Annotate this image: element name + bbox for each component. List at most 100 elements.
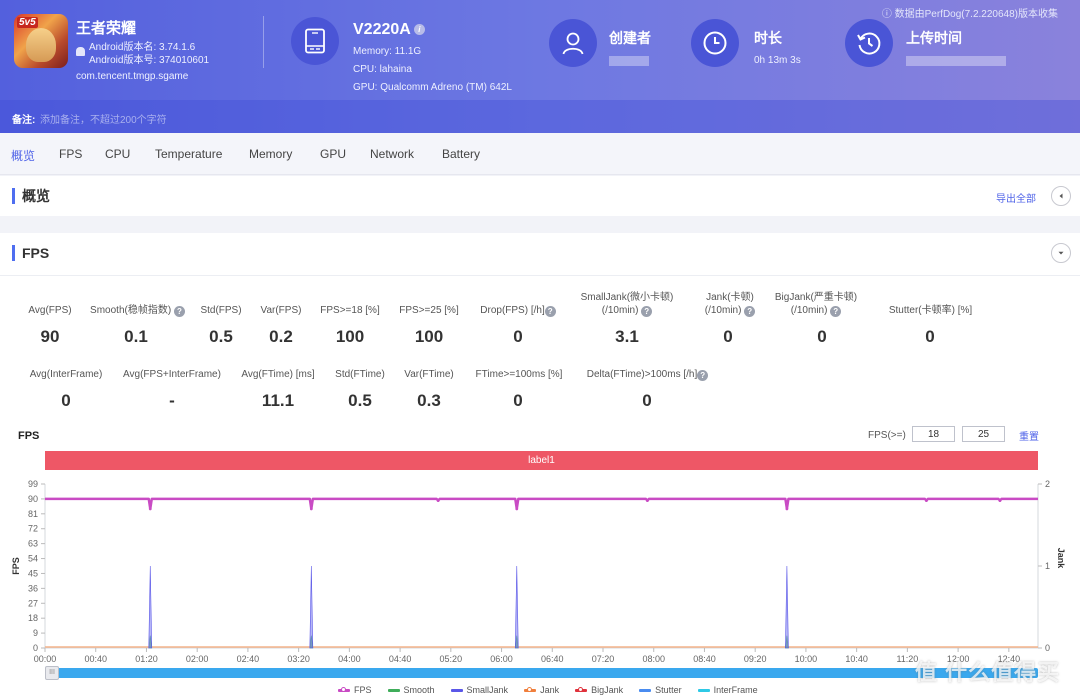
x-tick-label: 00:00 [34,654,57,664]
metric-label-stutter: Stutter(卡顿率) [%] [888,305,973,316]
metric-label-ftime-100: FTime>=100ms [%] [475,369,563,380]
x-tick-label: 02:40 [237,654,260,664]
x-tick-label: 10:00 [795,654,818,664]
fps-threshold-1-input[interactable] [912,426,955,442]
time-range-slider[interactable] [45,668,1038,678]
fps-dip-point [645,499,649,502]
fps-dip-point [515,507,519,511]
fps-panel-title: FPS [12,245,49,261]
metric-value-std-ftime: 0.5 [348,391,372,410]
tab-battery[interactable]: Battery [442,147,480,161]
user-icon [549,19,597,67]
y-tick-label: 9 [33,628,38,638]
x-tick-label: 09:20 [744,654,767,664]
metric-label-delta-ftime: Delta(FTime)>100ms [/h]? [580,368,715,381]
legend-label: InterFrame [713,685,758,695]
duration-title: 时长 [754,30,782,46]
legend-item-bigjank[interactable]: BigJank [575,685,623,695]
fps-dip-point [785,507,789,511]
device-info-icon[interactable]: i [413,24,425,36]
device-name: V2220A i [353,21,425,39]
metric-value-var-ftime: 0.3 [417,391,441,410]
metric-value-smooth: 0.1 [124,327,148,346]
slider-handle[interactable]: III [45,666,59,680]
x-tick-label: 00:40 [84,654,107,664]
help-icon[interactable]: ? [544,306,556,317]
tab-temperature[interactable]: Temperature [155,147,222,161]
x-tick-label: 05:20 [440,654,463,664]
metric-value-fps-25: 100 [414,327,444,346]
y-tick-label: 72 [28,524,38,534]
duration-value: 0h 13m 3s [754,55,801,66]
legend-item-jank[interactable]: Jank [524,685,559,695]
help-icon[interactable]: ? [697,370,709,381]
tab-overview[interactable]: 概览 [11,147,35,164]
collect-version-note: ⓘ 数据由PerfDog(7.2.220648)版本收集 [881,9,1058,20]
metric-label-var-fps: Var(FPS) [260,305,302,316]
chart-legend: FPS Smooth SmallJank Jank BigJank Stutter Inte… [338,685,758,695]
metric-label-jank: Jank(卡顿) (/10min) ? [685,291,775,317]
legend-label: SmallJank [466,685,509,695]
fps-threshold-2-input[interactable] [962,426,1005,442]
x-tick-label: 03:20 [287,654,310,664]
metric-label-avg-ftime: Avg(FTime) [ms] [241,369,315,380]
legend-swatch [338,686,350,692]
header-divider [263,16,264,68]
collapse-overview-button[interactable] [1051,186,1071,206]
history-icon [845,19,893,67]
x-tick-label: 04:00 [338,654,361,664]
export-all-link[interactable]: 导出全部 [996,190,1036,205]
metric-value-smalljank: 3.1 [615,327,639,346]
help-icon[interactable]: ? [744,306,756,317]
collapse-fps-button[interactable] [1051,243,1071,263]
x-tick-label: 10:40 [845,654,868,664]
tab-gpu[interactable]: GPU [320,147,346,161]
reset-link[interactable]: 重置 [1019,428,1039,443]
metric-label-drop-fps: Drop(FPS) [/h]? [470,304,566,317]
app-badge: 5v5 [17,17,38,28]
creator-value-redacted [609,56,649,66]
device-cpu: CPU: lahaina [353,64,412,75]
fps-dip-point [309,507,313,511]
legend-item-smalljank[interactable]: SmallJank [450,685,509,695]
y-axis-label: FPS [11,557,21,575]
device-name-text: V2220A [353,21,411,38]
tab-cpu[interactable]: CPU [105,147,130,161]
legend-item-smooth[interactable]: Smooth [387,685,435,695]
x-tick-label: 08:40 [693,654,716,664]
overview-panel: 概览 导出全部 [0,176,1080,216]
fps-dip-point [436,499,440,502]
fps-chart[interactable]: 0 9 18 27 36 45 54 63 72 81 90 99 0 1 2 FPS Jank 00:00 00:… [0,470,1080,665]
legend-item-fps[interactable]: FPS [338,685,372,695]
legend-label: Stutter [655,685,682,695]
app-version-code: Android版本号: 374010601 [89,55,210,66]
help-icon[interactable]: ? [173,306,185,317]
metric-label-std-ftime: Std(FTime) [335,369,385,380]
legend-item-interframe[interactable]: InterFrame [697,685,758,695]
help-icon[interactable]: ? [830,306,842,317]
label-band[interactable]: label1 [45,451,1038,470]
y-tick-label: 18 [28,613,38,623]
legend-label: Jank [540,685,560,695]
y-tick-label: 90 [28,494,38,504]
tab-network[interactable]: Network [370,147,414,161]
y-tick-label: 45 [28,568,38,578]
note-input[interactable]: 添加备注，不超过200个字符 [40,111,167,126]
app-version-info: Android版本名: 3.74.1.6 Android版本号: 3740106… [89,41,209,67]
chevron-left-icon [1059,193,1063,199]
legend-item-stutter[interactable]: Stutter [639,685,682,695]
smalljank-spike [514,565,519,649]
metric-value-avg-fps-interframe: - [169,391,175,410]
metric-value-stutter: 0 [925,327,935,346]
tab-memory[interactable]: Memory [249,147,292,161]
y2-tick-label: 0 [1045,643,1050,653]
metric-label-bigjank-unit: (/10min) [790,305,828,316]
metric-value-bigjank: 0 [817,327,827,346]
report-header: 5v5 王者荣耀 Android版本名: 3.74.1.6 Android版本号… [0,0,1080,133]
fps-dip-point [924,499,928,502]
help-icon[interactable]: ? [641,306,653,317]
metric-value-avg-fps: 90 [40,327,60,346]
y-tick-label: 81 [28,509,38,519]
fps-threshold-label: FPS(>=) [868,430,906,441]
tab-fps[interactable]: FPS [59,147,82,161]
